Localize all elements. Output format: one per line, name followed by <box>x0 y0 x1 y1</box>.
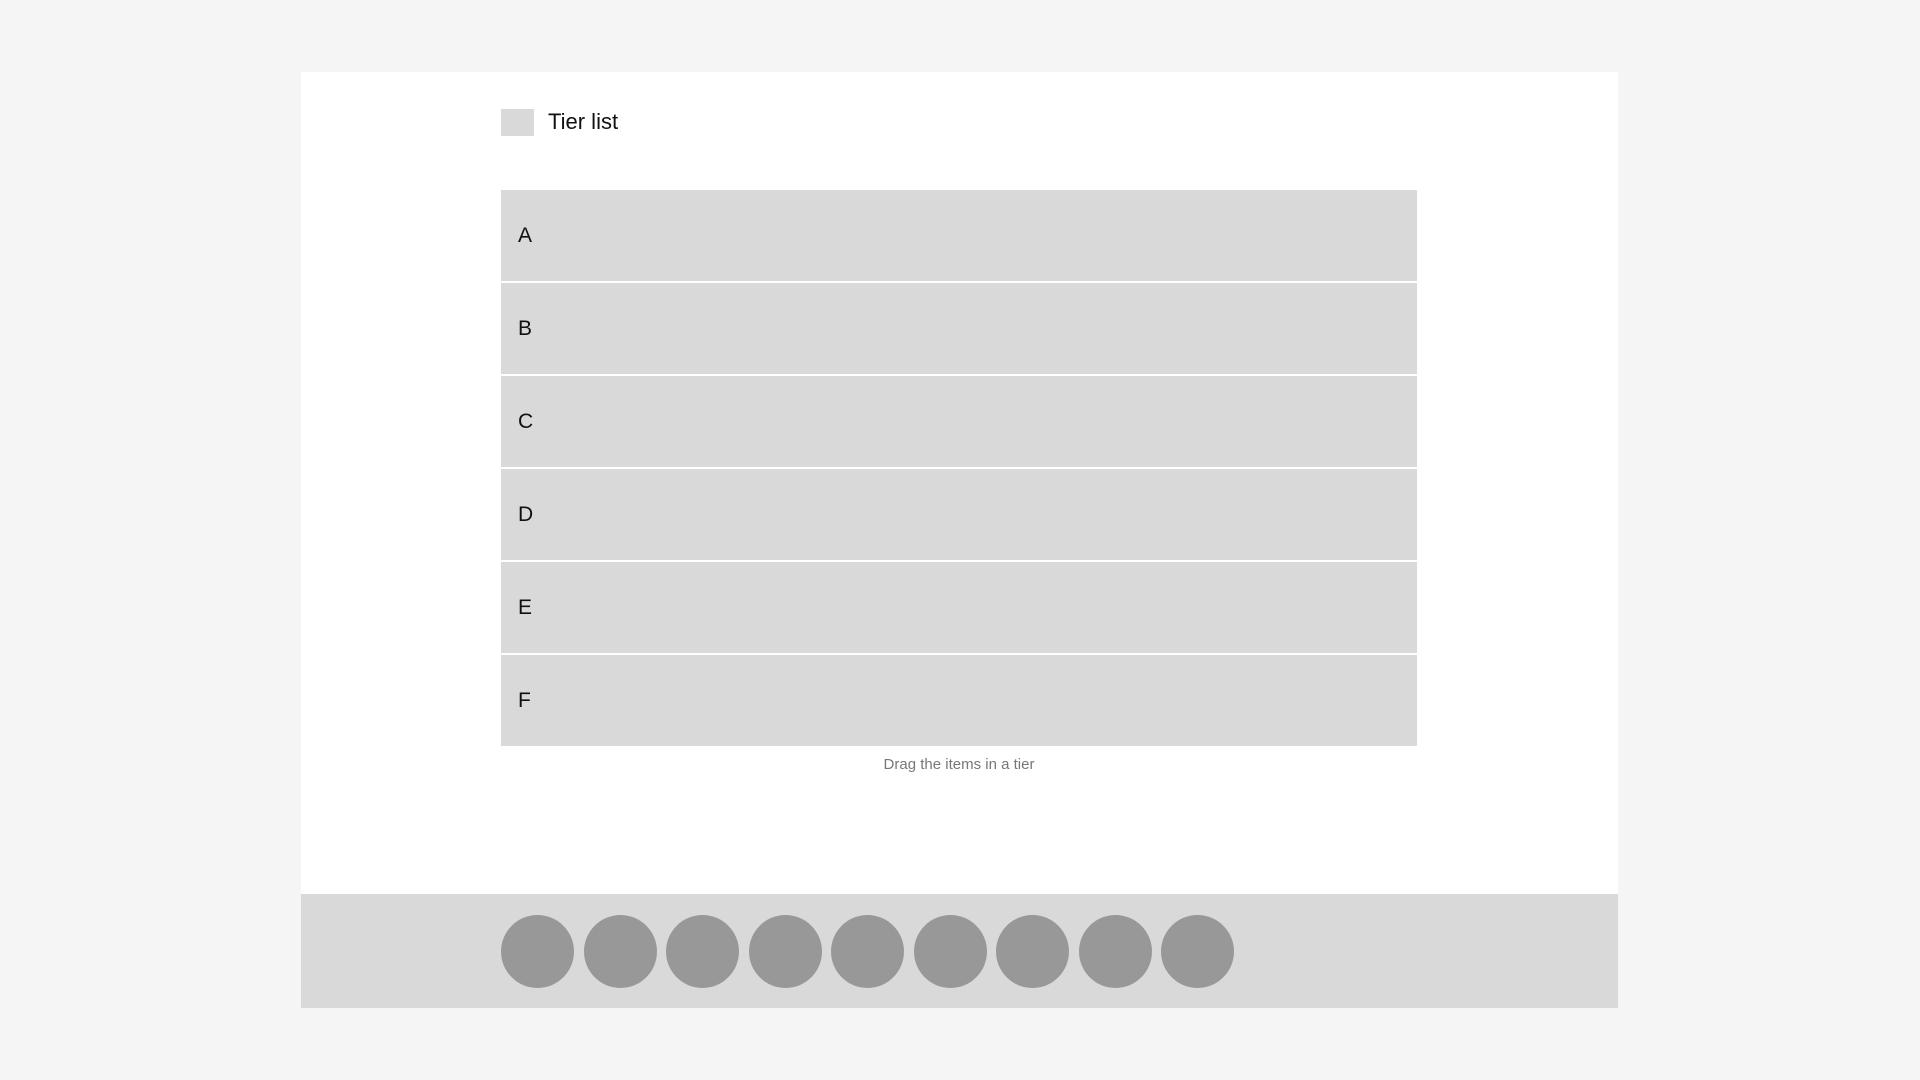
header: Tier list <box>501 108 618 136</box>
draggable-item[interactable] <box>583 915 657 988</box>
draggable-item[interactable] <box>913 915 987 988</box>
tier-row-e[interactable]: E <box>501 562 1417 653</box>
tier-list-window: Tier list A B C D E F Drag the items in … <box>301 72 1618 1008</box>
tier-label: F <box>518 688 531 712</box>
tier-row-b[interactable]: B <box>501 283 1417 374</box>
draggable-item[interactable] <box>501 915 574 988</box>
page-title: Tier list <box>548 109 619 134</box>
draggable-item[interactable] <box>831 915 904 988</box>
tier-label: E <box>518 595 533 619</box>
draggable-item[interactable] <box>748 915 822 988</box>
tier-row-a[interactable]: A <box>501 190 1417 281</box>
tier-list: A B C D E F <box>501 190 1417 746</box>
tier-row-d[interactable]: D <box>501 469 1417 560</box>
tier-label: D <box>518 502 534 526</box>
draggable-item[interactable] <box>1161 915 1234 988</box>
draggable-item[interactable] <box>666 915 739 988</box>
tier-label: C <box>518 409 534 433</box>
drag-hint: Drag the items in a tier <box>883 756 1035 773</box>
draggable-item[interactable] <box>996 915 1069 988</box>
item-tray <box>301 894 1618 1008</box>
tray-items <box>501 915 1234 988</box>
logo-placeholder-icon <box>501 108 534 136</box>
tier-label: A <box>518 223 533 247</box>
draggable-item[interactable] <box>1078 915 1152 988</box>
tier-label: B <box>518 316 533 340</box>
tier-row-c[interactable]: C <box>501 376 1417 467</box>
tier-row-f[interactable]: F <box>501 655 1417 746</box>
